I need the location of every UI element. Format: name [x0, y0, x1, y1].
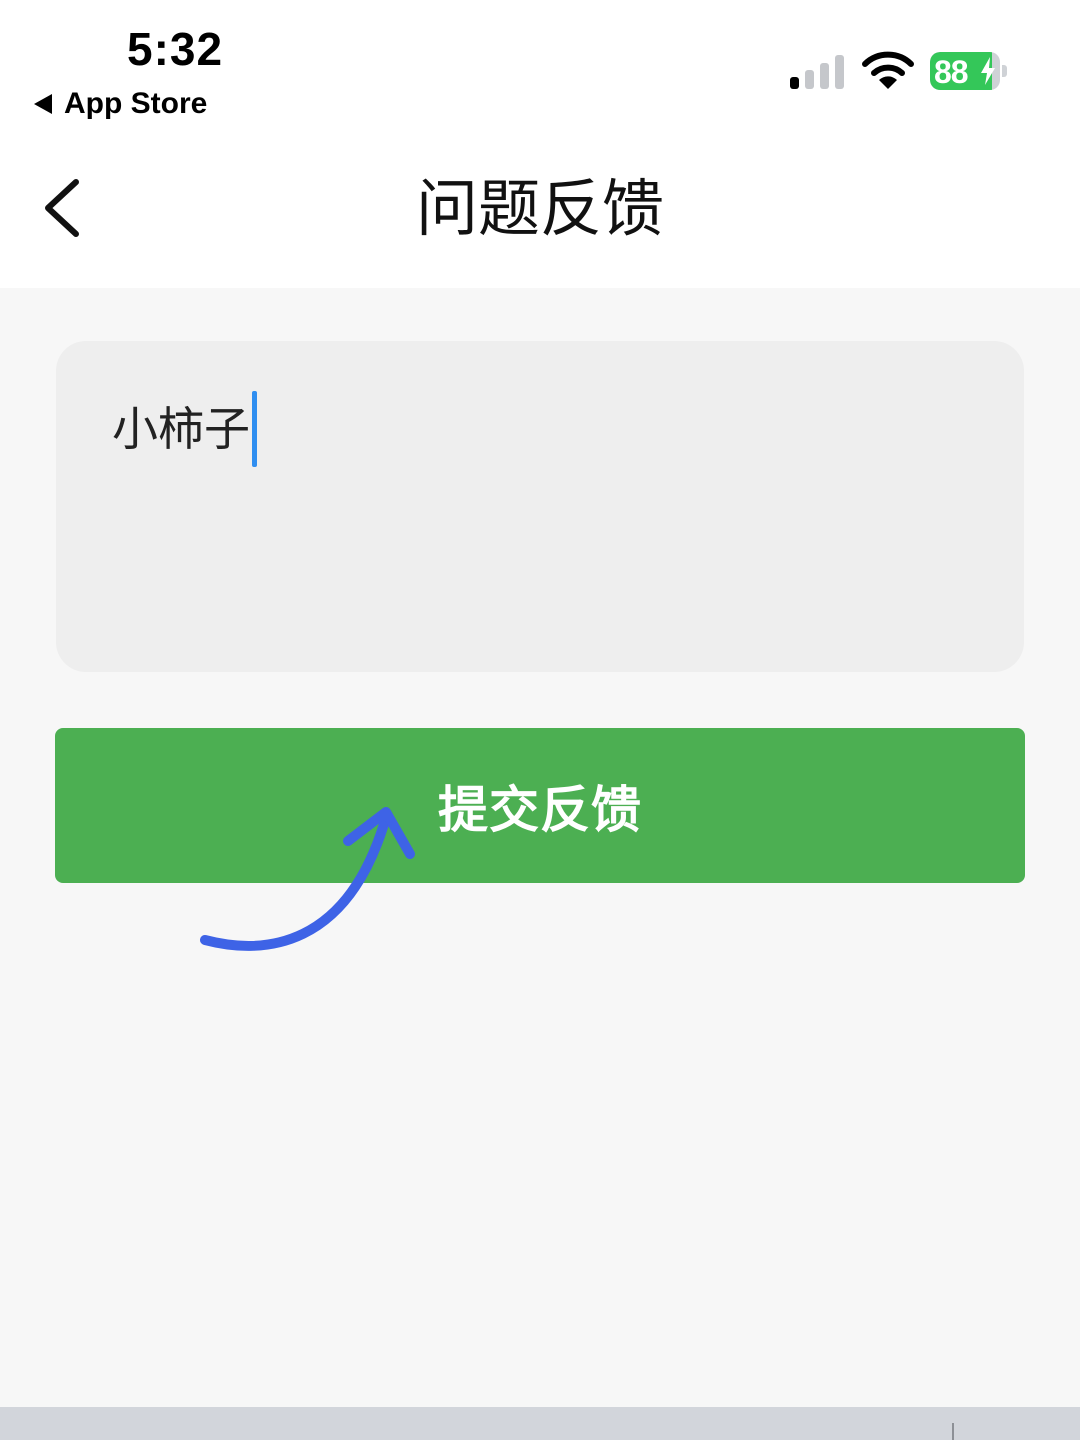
battery-icon: 88 [930, 52, 1010, 92]
signal-bar-2 [805, 70, 814, 89]
status-time: 5:32 [127, 23, 224, 75]
submit-feedback-label: 提交反馈 [438, 781, 642, 838]
back-triangle-icon [34, 94, 52, 114]
cellular-signal-icon [790, 55, 844, 89]
battery-body: 88 [930, 52, 1000, 90]
charging-bolt-icon [981, 57, 995, 85]
signal-bar-3 [820, 63, 829, 89]
feedback-input-value: 小柿子 [112, 403, 250, 455]
battery-level: 88 [934, 54, 969, 90]
back-to-app-link[interactable]: App Store [34, 84, 207, 124]
feedback-textarea[interactable]: 小柿子 [56, 341, 1024, 672]
signal-bar-1 [790, 77, 799, 89]
text-caret [252, 391, 257, 467]
page-title: 问题反馈 [415, 175, 664, 244]
feedback-text-row: 小柿子 [112, 391, 257, 467]
battery-cap [1002, 65, 1007, 77]
signal-bar-4 [835, 55, 844, 89]
bottom-divider [952, 1423, 954, 1440]
top-area: 5:32 App Store 88 问题反馈 [0, 0, 1080, 288]
wifi-icon [862, 51, 914, 89]
submit-feedback-button[interactable]: 提交反馈 [55, 728, 1025, 883]
keyboard-top-strip [0, 1407, 1080, 1440]
back-to-app-label: App Store [64, 87, 208, 120]
